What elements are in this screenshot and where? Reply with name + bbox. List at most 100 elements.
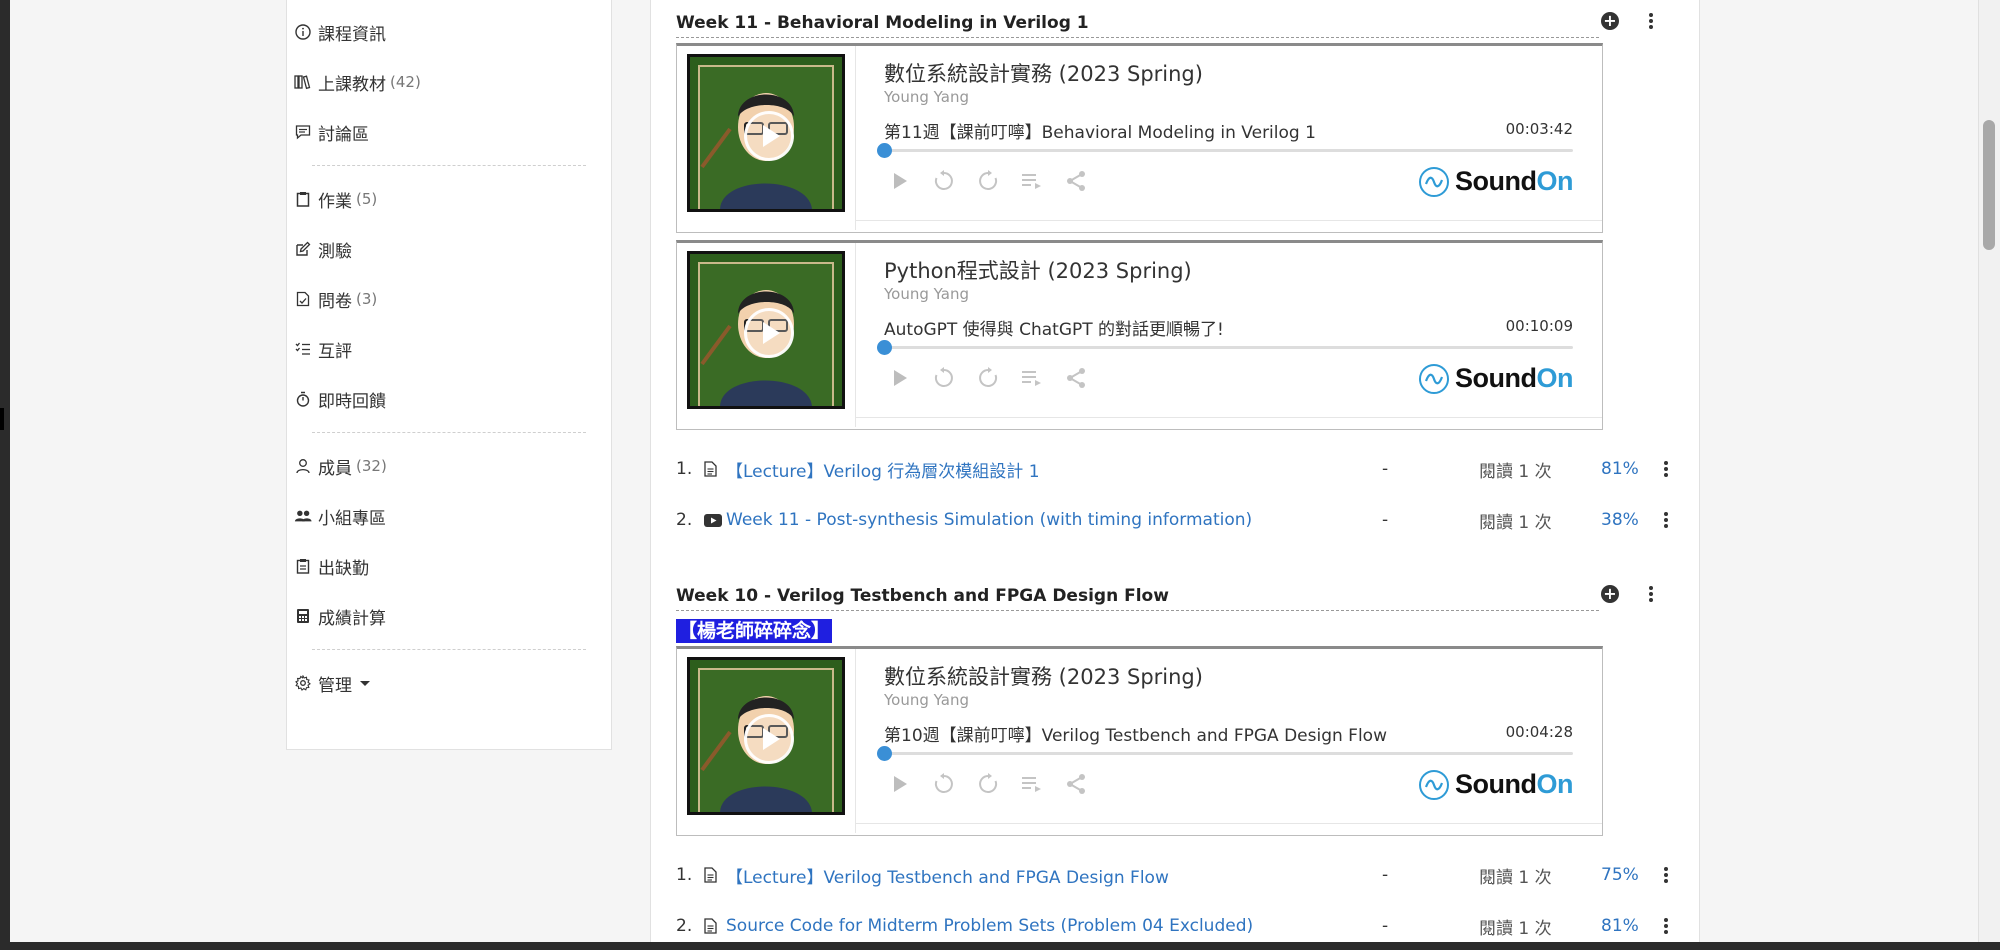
scrollbar-thumb[interactable] xyxy=(1983,120,1995,250)
sidebar-item-label: 測驗 xyxy=(318,241,352,262)
sidebar-item-forum[interactable]: 討論區 xyxy=(287,107,611,157)
episode-duration: 00:03:42 xyxy=(1505,120,1573,138)
sidebar-item-label: 作業 xyxy=(318,191,352,212)
share-icon[interactable] xyxy=(1065,170,1087,192)
sidebar-item-homework[interactable]: 作業 (5) xyxy=(287,174,611,224)
item-deadline: - xyxy=(1382,865,1389,885)
share-icon[interactable] xyxy=(1065,773,1087,795)
completion-percent[interactable]: 75% xyxy=(1601,865,1639,885)
list-check-icon xyxy=(294,340,312,358)
list-item: 2. Week 11 - Post-synthesis Simulation (… xyxy=(676,507,1668,533)
brand-sound: Sound xyxy=(1455,363,1537,393)
comment-icon xyxy=(294,123,312,141)
progress-handle[interactable] xyxy=(877,746,892,761)
completion-percent[interactable]: 81% xyxy=(1601,459,1639,479)
sidebar-item-course-info[interactable]: 課程資訊 xyxy=(287,7,611,57)
add-circle-icon[interactable]: + xyxy=(1601,12,1619,30)
sidebar-item-label: 即時回饋 xyxy=(318,391,386,412)
playlist-icon[interactable] xyxy=(1021,773,1043,795)
sidebar-item-label: 上課教材 xyxy=(318,74,386,95)
sidebar-item-label: 成績計算 xyxy=(318,608,386,629)
share-icon[interactable] xyxy=(1065,367,1087,389)
item-number: 1. xyxy=(676,459,693,479)
read-count: 閱讀 1 次 xyxy=(1479,918,1552,939)
document-icon xyxy=(704,918,726,934)
podcast-cover-image xyxy=(687,251,845,409)
sidebar-item-live-feedback[interactable]: 即時回饋 xyxy=(287,374,611,424)
more-vertical-icon[interactable] xyxy=(1658,866,1674,884)
rewind-15-icon[interactable] xyxy=(933,367,955,389)
play-icon[interactable] xyxy=(889,773,911,795)
soundon-logo[interactable]: SoundOn xyxy=(1419,769,1573,800)
window-frame-left xyxy=(0,0,10,950)
sidebar-item-attendance[interactable]: 出缺勤 xyxy=(287,541,611,591)
material-link[interactable]: 【Lecture】Verilog Testbench and FPGA Desi… xyxy=(726,863,1169,888)
sidebar-item-peer-review[interactable]: 互評 xyxy=(287,324,611,374)
sidebar-item-members[interactable]: 成員 (32) xyxy=(287,441,611,491)
progress-handle[interactable] xyxy=(877,143,892,158)
rewind-15-icon[interactable] xyxy=(933,170,955,192)
sidebar-divider xyxy=(312,165,586,166)
more-vertical-icon[interactable] xyxy=(1658,511,1674,529)
podcast-author: Young Yang xyxy=(884,285,969,303)
play-icon[interactable] xyxy=(889,170,911,192)
play-circle-icon[interactable] xyxy=(744,308,794,358)
forward-15-icon[interactable] xyxy=(977,773,999,795)
more-vertical-icon[interactable] xyxy=(1643,12,1659,30)
completion-percent[interactable]: 38% xyxy=(1601,510,1639,530)
material-link[interactable]: Week 11 - Post-synthesis Simulation (wit… xyxy=(726,510,1252,530)
sidebar-item-materials[interactable]: 上課教材 (42) xyxy=(287,57,611,107)
playlist-icon[interactable] xyxy=(1021,170,1043,192)
completion-percent[interactable]: 81% xyxy=(1601,916,1639,936)
progress-track[interactable] xyxy=(884,149,1573,152)
soundon-logo[interactable]: SoundOn xyxy=(1419,363,1573,394)
play-circle-icon[interactable] xyxy=(744,111,794,161)
material-link[interactable]: Source Code for Midterm Problem Sets (Pr… xyxy=(726,916,1253,936)
sidebar-item-survey[interactable]: 問卷 (3) xyxy=(287,274,611,324)
forward-15-icon[interactable] xyxy=(977,170,999,192)
sidebar-item-label: 小組專區 xyxy=(318,508,386,529)
sidebar-item-groups[interactable]: 小組專區 xyxy=(287,491,611,541)
section-title: Week 10 - Verilog Testbench and FPGA Des… xyxy=(676,585,1169,606)
sidebar-item-count: (3) xyxy=(356,290,378,308)
sidebar-item-label: 互評 xyxy=(318,341,352,362)
soundon-logo-icon xyxy=(1419,769,1450,800)
users-icon xyxy=(294,507,312,525)
progress-track[interactable] xyxy=(884,752,1573,755)
clipboard-icon xyxy=(294,190,312,208)
rewind-15-icon[interactable] xyxy=(933,773,955,795)
sidebar-item-label: 課程資訊 xyxy=(318,24,386,45)
play-circle-icon[interactable] xyxy=(744,714,794,764)
material-link[interactable]: 【Lecture】Verilog 行為層次模組設計 1 xyxy=(726,457,1040,482)
episode-duration: 00:04:28 xyxy=(1505,723,1573,741)
podcast-author: Young Yang xyxy=(884,691,969,709)
soundon-player: Python程式設計 (2023 Spring) Young Yang Auto… xyxy=(676,240,1603,430)
calculator-icon xyxy=(294,607,312,625)
sidebar-item-quiz[interactable]: 測驗 xyxy=(287,224,611,274)
vertical-scrollbar[interactable] xyxy=(1978,0,2000,942)
item-deadline: - xyxy=(1382,916,1389,936)
gear-icon xyxy=(294,674,312,692)
sidebar-item-count: (42) xyxy=(390,73,421,91)
forward-15-icon[interactable] xyxy=(977,367,999,389)
play-icon[interactable] xyxy=(889,367,911,389)
soundon-logo-icon xyxy=(1419,166,1450,197)
more-vertical-icon[interactable] xyxy=(1643,585,1659,603)
brand-sound: Sound xyxy=(1455,769,1537,799)
sidebar-divider xyxy=(312,649,586,650)
episode-duration: 00:10:09 xyxy=(1505,317,1573,335)
playlist-icon[interactable] xyxy=(1021,367,1043,389)
more-vertical-icon[interactable] xyxy=(1658,460,1674,478)
sidebar-item-manage[interactable]: 管理 xyxy=(287,658,611,708)
add-circle-icon[interactable]: + xyxy=(1601,585,1619,603)
podcast-cover-image xyxy=(687,657,845,815)
read-count: 閱讀 1 次 xyxy=(1479,461,1552,482)
soundon-player: 數位系統設計實務 (2023 Spring) Young Yang 第11週【課… xyxy=(676,43,1603,233)
progress-track[interactable] xyxy=(884,346,1573,349)
podcast-title: 數位系統設計實務 (2023 Spring) xyxy=(884,665,1203,689)
more-vertical-icon[interactable] xyxy=(1658,917,1674,935)
progress-handle[interactable] xyxy=(877,340,892,355)
soundon-logo[interactable]: SoundOn xyxy=(1419,166,1573,197)
sidebar-item-grades[interactable]: 成績計算 xyxy=(287,591,611,641)
window-frame-notch xyxy=(0,408,4,430)
